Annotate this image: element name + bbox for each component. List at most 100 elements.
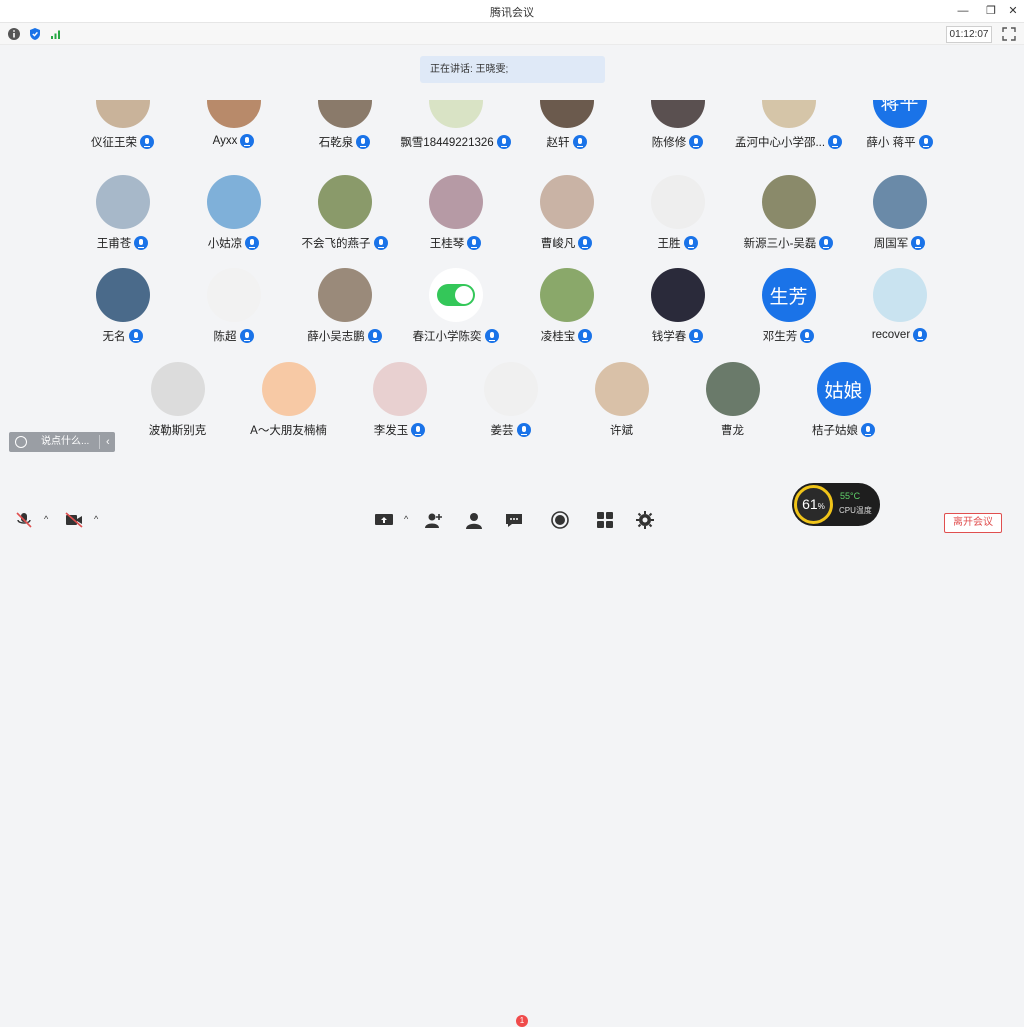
participant-tile[interactable]: 曹峻凡 bbox=[511, 175, 622, 251]
share-screen-icon[interactable] bbox=[374, 511, 394, 529]
participant-name-row: 薛小吴志鹏 bbox=[289, 328, 400, 344]
participant-name: 许斌 bbox=[610, 425, 633, 437]
participant-tile[interactable]: 周国军 bbox=[844, 175, 955, 251]
avatar bbox=[650, 175, 705, 229]
participant-tile[interactable]: 新源三小-吴磊 bbox=[733, 175, 844, 251]
participant-tile[interactable]: 王甫苍 bbox=[67, 175, 178, 251]
mic-icon bbox=[373, 236, 388, 250]
participant-name: 王甫苍 bbox=[96, 238, 132, 250]
mic-icon bbox=[140, 135, 154, 149]
mic-icon bbox=[411, 423, 426, 437]
participant-tile[interactable]: 生芳 邓生芳 bbox=[733, 268, 844, 344]
participant-name: 周国军 bbox=[873, 238, 909, 250]
participant-name: 邓生芳 bbox=[762, 331, 798, 343]
participant-tile[interactable]: 姜芸 bbox=[455, 362, 566, 438]
avatar bbox=[483, 362, 538, 416]
participant-name-row: 王桂琴 bbox=[400, 235, 511, 251]
participant-tile[interactable]: 孟河中心小学邵... bbox=[733, 100, 844, 150]
avatar bbox=[261, 362, 316, 416]
participant-tile[interactable]: 石乾泉 bbox=[289, 100, 400, 150]
participant-tile[interactable]: 薛小吴志鹏 bbox=[289, 268, 400, 344]
participant-tile[interactable]: 王桂琴 bbox=[400, 175, 511, 251]
participant-tile[interactable]: 小姑凉 bbox=[178, 175, 289, 251]
share-options-caret[interactable]: ^ bbox=[404, 514, 408, 524]
mic-icon bbox=[356, 135, 371, 149]
participant-name: 新源三小-吴磊 bbox=[743, 238, 817, 250]
record-icon[interactable] bbox=[550, 511, 570, 529]
participant-name: 仪征王荣 bbox=[91, 137, 137, 149]
minimize-button[interactable]: — bbox=[955, 3, 971, 19]
participant-name: 小姑凉 bbox=[207, 238, 243, 250]
participant-name-row: 钱学春 bbox=[622, 328, 733, 344]
members-icon[interactable] bbox=[464, 511, 484, 529]
participant-name-row: 曹龙 bbox=[677, 422, 788, 438]
leave-meeting-button[interactable]: 离开会议 bbox=[944, 513, 1002, 533]
participant-name-row: 波勒斯别克 bbox=[122, 422, 233, 438]
participant-name-row: A～大朋友楠楠 bbox=[233, 422, 344, 438]
mic-icon bbox=[572, 135, 587, 149]
avatar bbox=[761, 100, 816, 128]
mic-icon bbox=[918, 135, 933, 149]
avatar bbox=[650, 100, 705, 128]
participant-tile[interactable]: Ayxx bbox=[178, 100, 289, 148]
participant-tile[interactable]: 王胜 bbox=[622, 175, 733, 251]
mic-icon bbox=[828, 135, 843, 149]
info-icon[interactable] bbox=[7, 27, 21, 41]
avatar bbox=[539, 175, 594, 229]
participant-tile[interactable]: 陈超 bbox=[178, 268, 289, 344]
participant-name: 无名 bbox=[102, 331, 126, 343]
participant-tile[interactable]: 无名 bbox=[67, 268, 178, 344]
participant-name-row: 赵轩 bbox=[511, 134, 622, 150]
close-button[interactable]: ✕ bbox=[1005, 3, 1021, 19]
apps-icon[interactable] bbox=[595, 511, 615, 529]
avatar bbox=[317, 268, 372, 322]
avatar bbox=[95, 100, 150, 128]
participant-name: 姜芸 bbox=[490, 425, 514, 437]
settings-gear-icon[interactable] bbox=[635, 511, 655, 529]
fullscreen-icon[interactable] bbox=[1002, 27, 1016, 41]
participant-name: 薛小 蒋平 bbox=[866, 137, 916, 149]
avatar bbox=[761, 175, 816, 229]
collapse-icon[interactable]: ‹ bbox=[106, 432, 110, 452]
avatar bbox=[594, 362, 649, 416]
mic-icon bbox=[367, 329, 382, 343]
participant-tile[interactable]: recover bbox=[844, 268, 955, 342]
participant-tile[interactable]: 飘雪18449221326 bbox=[400, 100, 511, 150]
participant-tile[interactable]: 波勒斯别克 bbox=[122, 362, 233, 438]
restore-button[interactable]: ❐ bbox=[983, 3, 999, 19]
participant-tile[interactable]: 李发玉 bbox=[344, 362, 455, 438]
avatar bbox=[317, 175, 372, 229]
participant-tile[interactable]: 陈修修 bbox=[622, 100, 733, 150]
avatar bbox=[317, 100, 372, 128]
participant-name-row: 仪征王荣 bbox=[67, 134, 178, 150]
invite-icon[interactable] bbox=[424, 511, 444, 529]
participant-tile[interactable]: 凌桂宝 bbox=[511, 268, 622, 344]
shield-icon[interactable] bbox=[28, 27, 42, 41]
participant-tile[interactable]: 春江小学陈奕 bbox=[400, 268, 511, 344]
participant-tile[interactable]: 蒋平 薛小 蒋平 bbox=[844, 100, 955, 150]
cpu-percent-unit: % bbox=[817, 502, 825, 511]
participant-tile[interactable]: 曹龙 bbox=[677, 362, 788, 438]
participant-tile[interactable]: 姑娘 桔子姑娘 bbox=[788, 362, 899, 438]
camera-off-icon[interactable] bbox=[64, 511, 84, 529]
cpu-temp-label: CPU温度 bbox=[839, 506, 872, 515]
participant-tile[interactable]: 钱学春 bbox=[622, 268, 733, 344]
signal-icon[interactable] bbox=[49, 27, 63, 41]
participant-name: 曹龙 bbox=[721, 425, 744, 437]
participant-tile[interactable]: 不会飞的燕子 bbox=[289, 175, 400, 251]
participant-tile[interactable]: 许斌 bbox=[566, 362, 677, 438]
participant-tile[interactable]: 仪征王荣 bbox=[67, 100, 178, 150]
participant-name: 王胜 bbox=[657, 238, 681, 250]
participant-tile[interactable]: 赵轩 bbox=[511, 100, 622, 150]
mic-options-caret[interactable]: ^ bbox=[44, 514, 48, 524]
chat-input[interactable]: 说点什么... ‹ bbox=[9, 432, 115, 452]
chat-icon[interactable] bbox=[504, 511, 524, 529]
participant-tile[interactable]: A～大朋友楠楠 bbox=[233, 362, 344, 438]
cpu-monitor-widget[interactable]: 61% 55°C CPU温度 bbox=[792, 483, 880, 526]
avatar bbox=[206, 175, 261, 229]
participant-name: 春江小学陈奕 bbox=[412, 331, 482, 343]
mic-icon bbox=[861, 423, 875, 437]
emoji-icon[interactable] bbox=[15, 436, 27, 448]
camera-options-caret[interactable]: ^ bbox=[94, 514, 98, 524]
microphone-muted-icon[interactable] bbox=[14, 511, 34, 529]
